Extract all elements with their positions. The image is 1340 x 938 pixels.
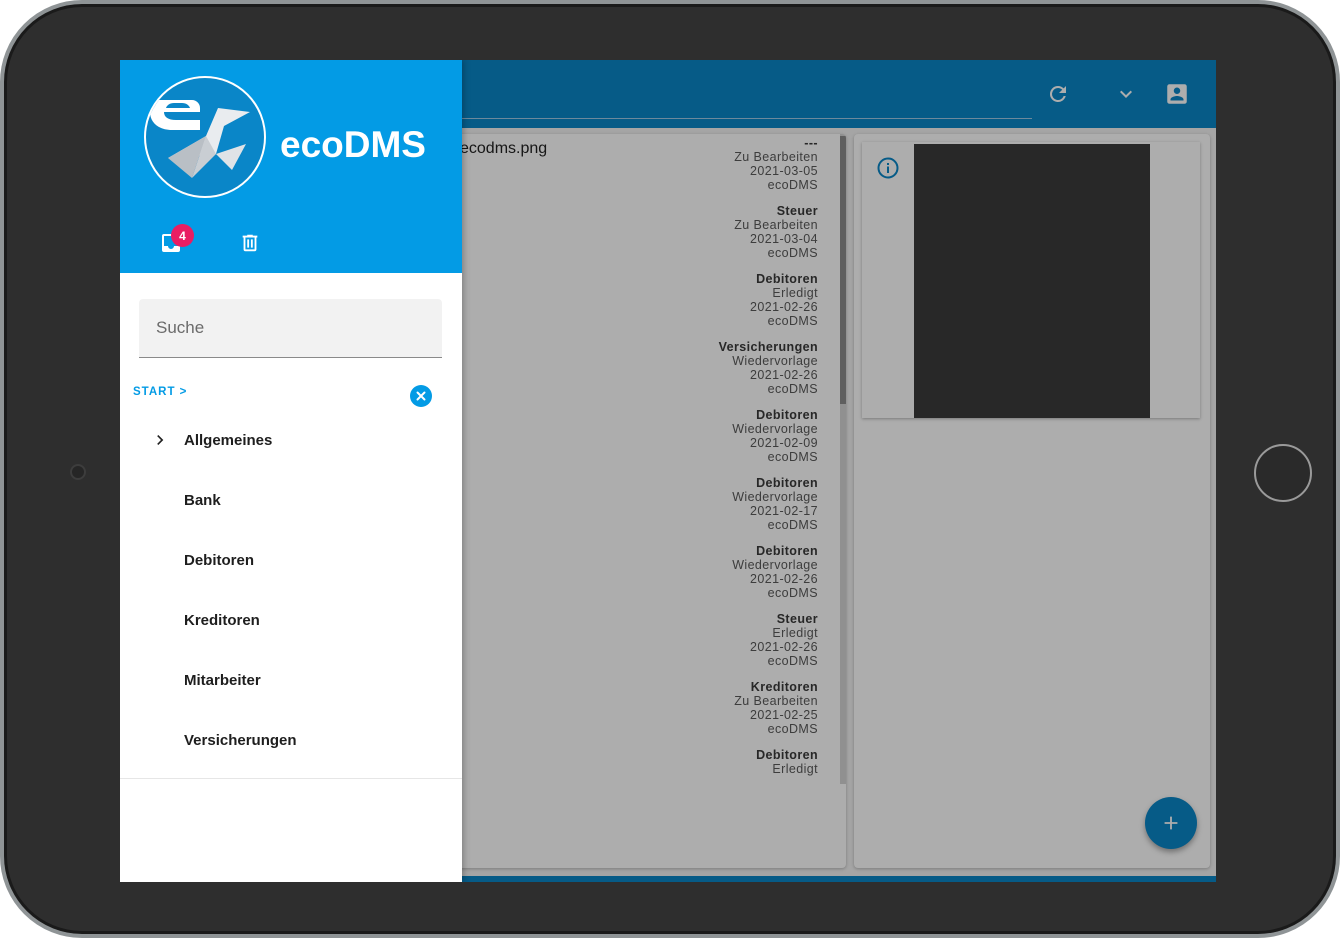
trash-icon — [242, 234, 258, 252]
navigation-drawer: ecoDMS 4 START > — [120, 60, 462, 882]
search-input[interactable] — [156, 299, 442, 357]
nav-item-allgemeines[interactable]: Allgemeines — [120, 410, 462, 470]
close-icon — [416, 391, 426, 401]
nav-item-label: Allgemeines — [184, 431, 273, 449]
drawer-header: ecoDMS 4 — [120, 60, 462, 273]
nav-item-label: Bank — [184, 491, 221, 509]
drawer-divider — [120, 778, 462, 779]
brand-title: ecoDMS — [280, 124, 426, 165]
app-screen: ecodms.png --- Zu Bearbeiten 2021-03-05 eco… — [120, 60, 1216, 882]
ecodms-logo-icon — [150, 100, 250, 178]
camera-dot — [70, 464, 86, 480]
folder-list: Allgemeines Bank Debitoren Kreditoren Mi… — [120, 410, 462, 770]
nav-item-versicherungen[interactable]: Versicherungen — [120, 710, 462, 770]
trash-button[interactable] — [237, 230, 263, 256]
inbox-count-badge: 4 — [171, 224, 194, 247]
nav-item-label: Debitoren — [184, 551, 255, 569]
nav-item-label: Mitarbeiter — [184, 671, 261, 689]
nav-item-debitoren[interactable]: Debitoren — [120, 530, 462, 590]
nav-item-label: Kreditoren — [184, 611, 260, 629]
clear-filter-button[interactable] — [410, 385, 432, 407]
ecodms-logo — [144, 76, 266, 198]
chevron-right-icon[interactable] — [150, 430, 170, 450]
nav-item-bank[interactable]: Bank — [120, 470, 462, 530]
nav-item-label: Versicherungen — [184, 731, 297, 749]
nav-item-mitarbeiter[interactable]: Mitarbeiter — [120, 650, 462, 710]
home-button[interactable] — [1254, 444, 1312, 502]
nav-item-kreditoren[interactable]: Kreditoren — [120, 590, 462, 650]
search-field[interactable] — [139, 299, 442, 358]
breadcrumb[interactable]: START > — [133, 386, 187, 398]
